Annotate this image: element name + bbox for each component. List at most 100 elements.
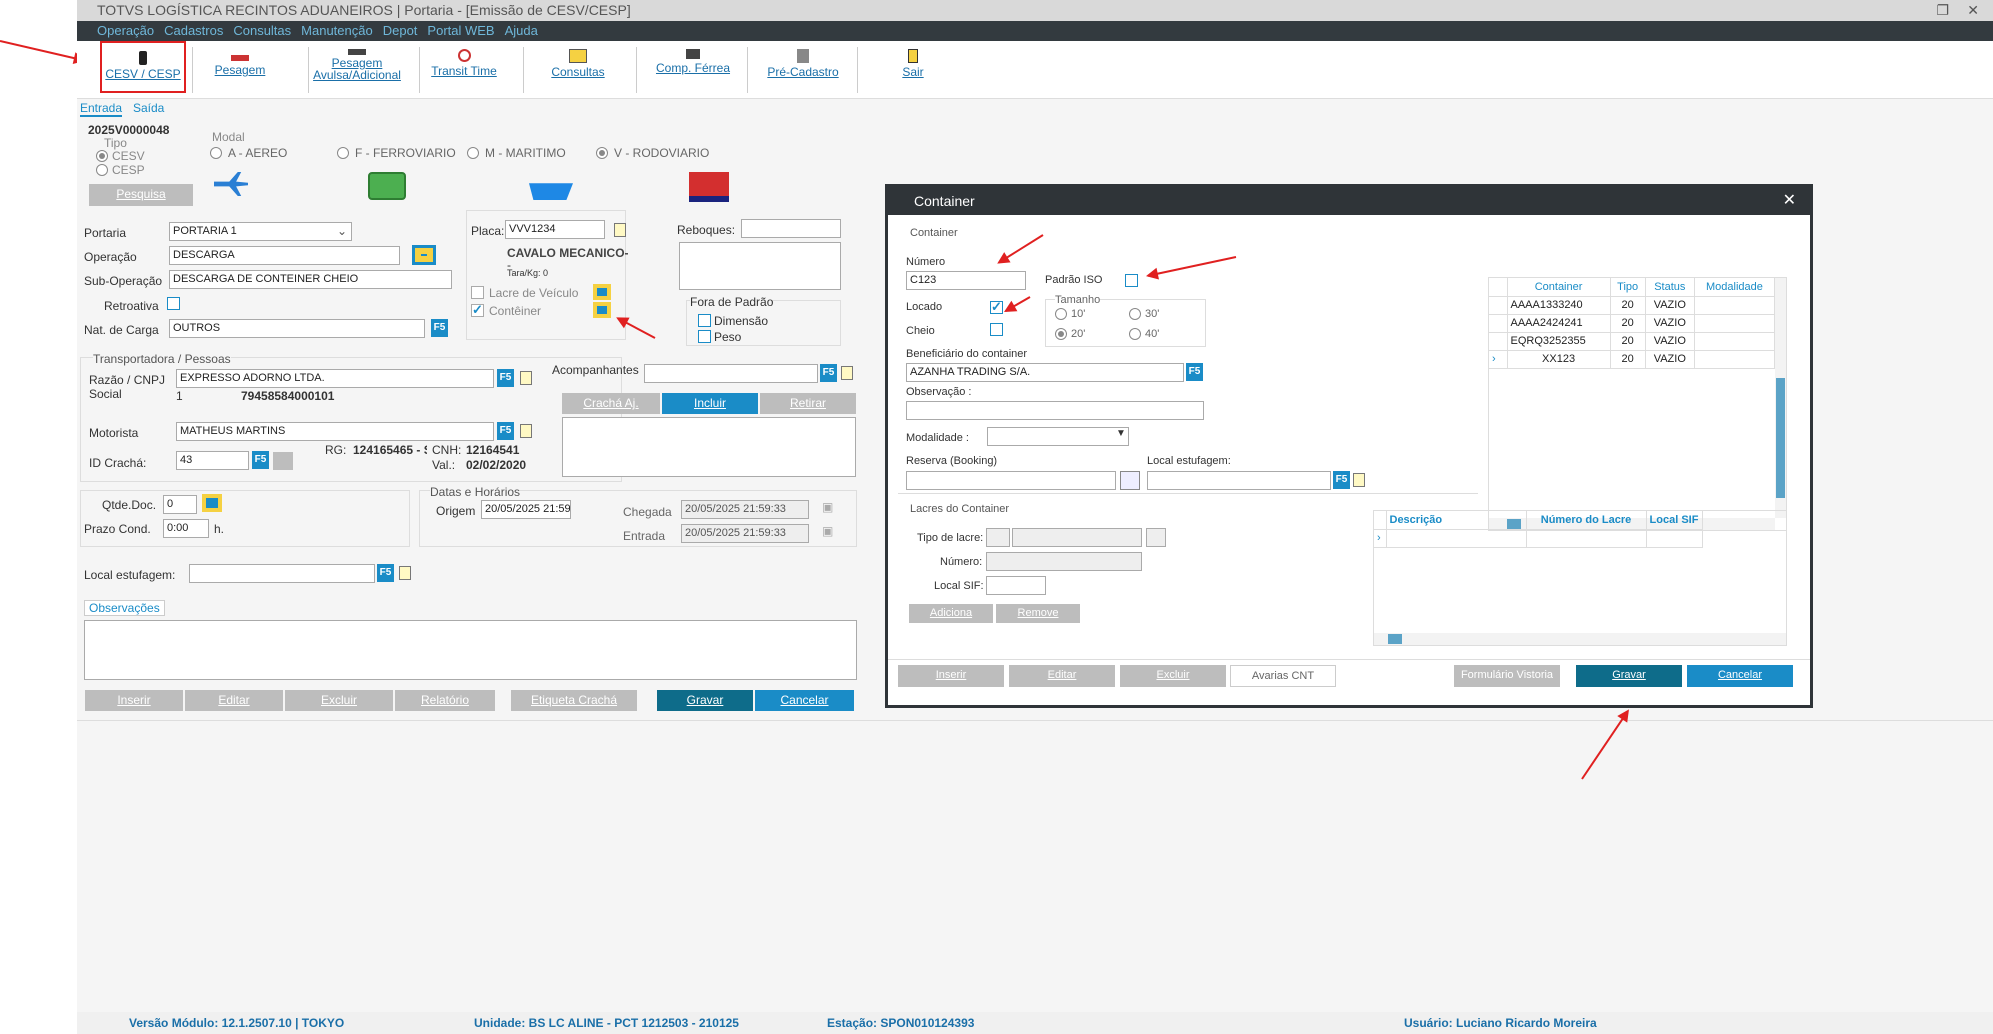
lacre-veiculo-checkbox[interactable] — [471, 286, 484, 299]
conteiner-checkbox[interactable] — [471, 302, 484, 318]
toolbar-comp-ferrea[interactable]: Comp. Férrea — [638, 41, 748, 99]
menu-cadastros[interactable]: Cadastros — [164, 23, 223, 38]
adiciona-button[interactable]: Adiciona — [909, 604, 993, 623]
idcracha-f5-button[interactable]: F5 — [252, 451, 269, 469]
lacre-veiculo-edit-icon[interactable] — [593, 284, 611, 300]
local-estufagem-dialog-input[interactable] — [1147, 471, 1331, 490]
retroativa-checkbox[interactable] — [167, 297, 180, 310]
dialog-editar-button[interactable]: Editar — [1009, 665, 1115, 687]
beneficiario-f5-button[interactable]: F5 — [1186, 363, 1203, 381]
tab-entrada[interactable]: Entrada — [80, 101, 123, 117]
padrao-iso-checkbox[interactable] — [1125, 274, 1138, 287]
dialog-close-icon[interactable]: ✕ — [1783, 187, 1796, 215]
tamanho-40-radio[interactable] — [1129, 328, 1141, 340]
motorista-f5-button[interactable]: F5 — [497, 422, 514, 440]
tab-observacoes[interactable]: Observações — [84, 600, 165, 616]
lacres-header-local-sif[interactable]: Local SIF — [1646, 511, 1703, 530]
toolbar-pesagem[interactable]: Pesagem — [195, 41, 285, 99]
ship-icon[interactable] — [529, 183, 573, 200]
reboques-list[interactable] — [679, 242, 841, 290]
menu-portal-web[interactable]: Portal WEB — [427, 23, 494, 38]
peso-checkbox[interactable] — [698, 330, 711, 343]
placa-doc-icon[interactable] — [614, 223, 626, 237]
acompanhantes-f5-button[interactable]: F5 — [820, 364, 837, 382]
modal-v-radio[interactable] — [596, 147, 608, 159]
cheio-checkbox[interactable] — [990, 323, 1003, 336]
observacao-input[interactable] — [906, 401, 1204, 420]
cesv-radio[interactable] — [96, 150, 108, 162]
acompanhantes-doc-icon[interactable] — [841, 366, 853, 380]
table-row[interactable]: AAAA1333240 20 VAZIO — [1489, 296, 1776, 315]
dialog-cancelar-button[interactable]: Cancelar — [1687, 665, 1793, 687]
reserva-input[interactable] — [906, 471, 1116, 490]
reboques-input[interactable] — [741, 219, 841, 238]
cesp-radio[interactable] — [96, 164, 108, 176]
truck-icon[interactable] — [689, 172, 729, 202]
container-grid[interactable]: Container Tipo Status Modalidade AAAA133324… — [1488, 277, 1787, 531]
idcracha-action-button[interactable] — [273, 452, 293, 470]
incluir-button[interactable]: Incluir — [662, 393, 758, 414]
natcarga-input[interactable]: OUTROS — [169, 319, 425, 338]
formulario-vistoria-button[interactable]: Formulário Vistoria — [1454, 665, 1560, 687]
razao-f5-button[interactable]: F5 — [497, 369, 514, 387]
etiqueta-cracha-button[interactable]: Etiqueta Crachá — [511, 690, 637, 711]
toolbar-sair[interactable]: Sair — [859, 41, 967, 99]
acompanhantes-list[interactable] — [562, 417, 856, 477]
dialog-gravar-button[interactable]: Gravar — [1576, 665, 1682, 687]
modal-a-radio[interactable] — [210, 147, 222, 159]
table-row[interactable]: › XX123 20 VAZIO — [1489, 350, 1776, 369]
table-row[interactable]: AAAA2424241 20 VAZIO — [1489, 314, 1776, 333]
acompanhantes-input[interactable] — [644, 364, 818, 383]
toolbar-transit-time[interactable]: Transit Time — [422, 41, 506, 99]
idcracha-input[interactable]: 43 — [176, 451, 249, 470]
grid-header-modalidade[interactable]: Modalidade — [1694, 278, 1776, 297]
table-row[interactable]: › — [1374, 529, 1703, 548]
origem-input[interactable]: 20/05/2025 21:59 — [481, 500, 571, 519]
calendar-icon[interactable]: ▣ — [822, 500, 833, 514]
razao-input[interactable]: EXPRESSO ADORNO LTDA. — [176, 369, 494, 388]
operacao-select[interactable]: DESCARGA — [169, 246, 400, 265]
retirar-button[interactable]: Retirar — [760, 393, 856, 414]
motorista-input[interactable]: MATHEUS MARTINS — [176, 422, 494, 441]
lacres-horizontal-scrollbar[interactable] — [1374, 633, 1786, 645]
lacres-header-descricao[interactable]: Descrição — [1386, 511, 1527, 530]
toolbar-pesagem-avulsa[interactable]: Pesagem Avulsa/Adicional — [309, 41, 405, 99]
menu-depot[interactable]: Depot — [383, 23, 418, 38]
cancelar-button[interactable]: Cancelar — [755, 690, 854, 711]
dimensao-checkbox[interactable] — [698, 314, 711, 327]
motorista-doc-icon[interactable] — [520, 424, 532, 438]
calendar-icon[interactable]: ▣ — [822, 524, 833, 538]
menu-operacao[interactable]: Operação — [97, 23, 154, 38]
gravar-button[interactable]: Gravar — [657, 690, 753, 711]
modalidade-select[interactable] — [987, 427, 1129, 446]
qtde-input[interactable]: 0 — [163, 495, 197, 514]
local-estufagem-f5-button[interactable]: F5 — [377, 564, 394, 582]
qtde-edit-icon[interactable] — [202, 494, 222, 512]
razao-doc-icon[interactable] — [520, 371, 532, 385]
local-estufagem-dialog-doc-icon[interactable] — [1353, 473, 1365, 487]
grid-vertical-scrollbar[interactable] — [1775, 278, 1786, 518]
menu-manutencao[interactable]: Manutenção — [301, 23, 373, 38]
search-icon[interactable] — [1120, 471, 1140, 490]
train-icon[interactable] — [368, 172, 406, 200]
portaria-select[interactable]: PORTARIA 1 — [169, 222, 352, 241]
placa-input[interactable]: VVV1234 — [505, 220, 605, 239]
lacres-grid[interactable]: Descrição Número do Lacre Local SIF › — [1373, 510, 1787, 646]
operacao-lookup-icon[interactable] — [412, 245, 436, 265]
beneficiario-input[interactable]: AZANHA TRADING S/A. — [906, 363, 1184, 382]
close-icon[interactable]: ✕ — [1967, 0, 1979, 21]
toolbar-consultas[interactable]: Consultas — [524, 41, 632, 99]
dialog-excluir-button[interactable]: Excluir — [1120, 665, 1226, 687]
menu-consultas[interactable]: Consultas — [233, 23, 291, 38]
local-estufagem-doc-icon[interactable] — [399, 566, 411, 580]
table-row[interactable]: EQRQ3252355 20 VAZIO — [1489, 332, 1776, 351]
toolbar-cesv-cesp[interactable]: CESV / CESP — [100, 41, 186, 93]
prazo-input[interactable]: 0:00 — [163, 519, 209, 538]
remove-button[interactable]: Remove — [996, 604, 1080, 623]
modal-m-radio[interactable] — [467, 147, 479, 159]
observacoes-textarea[interactable] — [84, 620, 857, 680]
menu-ajuda[interactable]: Ajuda — [505, 23, 538, 38]
search-icon[interactable] — [1146, 528, 1166, 547]
avarias-cnt-button[interactable]: Avarias CNT — [1230, 665, 1336, 687]
tab-saida[interactable]: Saída — [133, 101, 164, 115]
